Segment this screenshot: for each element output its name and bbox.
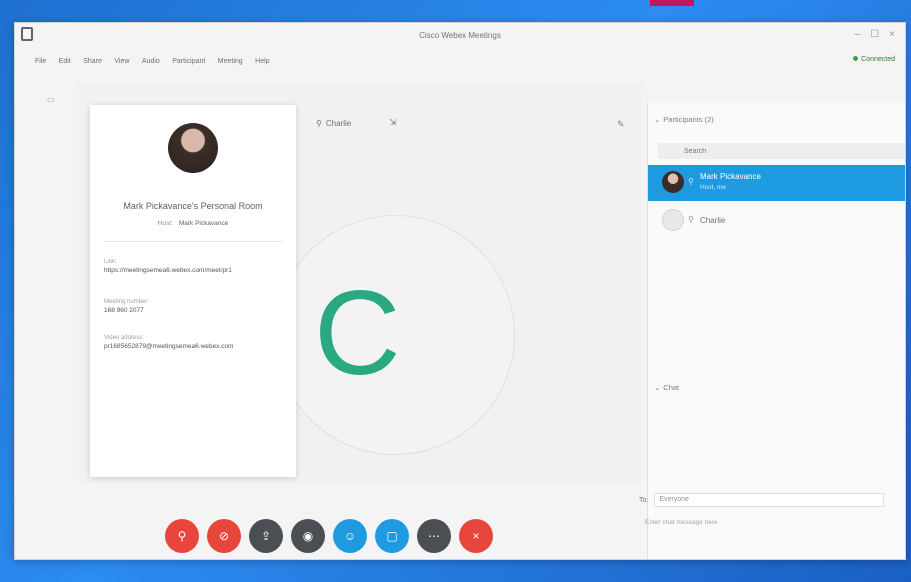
window-title: Cisco Webex Meetings	[419, 31, 501, 40]
video-address-field: Video address: pr1685652879@meetingsemea…	[104, 335, 284, 350]
chat-to-label: To:	[639, 496, 649, 504]
chat-recipient-select[interactable]: Everyone	[654, 493, 885, 507]
connection-status-label: Connected	[861, 56, 895, 63]
speaker-avatar-letter: C	[314, 266, 401, 400]
chat-header[interactable]: ⌄ Chat	[654, 383, 679, 392]
close-window-icon[interactable]: ×	[889, 29, 895, 40]
card-divider	[104, 241, 282, 242]
video-off-icon: ⊘	[218, 529, 230, 543]
share-icon: ⇪	[260, 529, 272, 543]
room-title: Mark Pickavance's Personal Room	[123, 201, 263, 211]
connection-status[interactable]: Connected	[853, 56, 895, 63]
chevron-down-icon: ⌄	[654, 383, 661, 392]
meeting-number-field: Meeting number: 168 960 2077	[104, 299, 284, 314]
collapse-panel-icon[interactable]: ▭	[47, 95, 61, 109]
right-panel: ⌄Participants (2) ⌃ ⚲ ⚲ Mark Pickavance …	[647, 103, 905, 559]
window-controls: – ☐ ×	[855, 29, 895, 40]
host-avatar	[168, 123, 218, 173]
mute-button[interactable]: ⚲	[165, 519, 199, 553]
participant-avatar	[662, 209, 684, 231]
close-icon: ×	[472, 529, 480, 543]
app-window: Cisco Webex Meetings – ☐ × File Edit Sha…	[14, 22, 906, 560]
link-value[interactable]: https://meetingsemea6.webex.com/meet/pr1	[104, 267, 284, 274]
participant-row-mark[interactable]: ⚲ Mark Pickavance Host, me ▾	[648, 165, 905, 201]
menu-audio[interactable]: Audio	[142, 51, 160, 73]
link-label: Link:	[104, 259, 117, 265]
chat-header-label: Chat	[663, 383, 680, 392]
chat-input[interactable]: Enter chat message here	[645, 519, 885, 531]
participant-name: Mark Pickavance	[700, 172, 761, 181]
chevron-down-icon: ⌄	[654, 115, 661, 124]
menu-share[interactable]: Share	[83, 51, 102, 73]
participants-icon: ☺	[343, 529, 357, 543]
layout-icon[interactable]: ⇲	[389, 117, 401, 129]
share-button[interactable]: ⇪	[249, 519, 283, 553]
menu-edit[interactable]: Edit	[59, 51, 71, 73]
menu-view[interactable]: View	[114, 51, 129, 73]
participant-role: Host, me	[700, 184, 727, 191]
meeting-number-value: 168 960 2077	[104, 307, 144, 314]
participants-button[interactable]: ☺	[333, 519, 367, 553]
meeting-info-card: Mark Pickavance's Personal Room Host: Mar…	[90, 105, 296, 477]
meeting-controls: ⚲ ⊘ ⇪ ◉ ☺ ▢ ⋯ ×	[165, 519, 493, 553]
participant-avatar	[662, 171, 684, 193]
chat-button[interactable]: ▢	[375, 519, 409, 553]
menu-bar: File Edit Share View Audio Participant M…	[15, 50, 905, 72]
participants-header[interactable]: ⌄ Participants (2)	[654, 115, 714, 124]
record-icon: ◉	[302, 529, 314, 543]
link-field: Link: https://meetingsemea6.webex.com/me…	[104, 259, 284, 274]
record-button[interactable]: ◉	[291, 519, 325, 553]
more-button[interactable]: ⋯	[417, 519, 451, 553]
menu-file[interactable]: File	[35, 51, 46, 73]
chat-recipient: To: Everyone	[639, 493, 885, 507]
pin-icon[interactable]: ✎	[617, 119, 625, 130]
participant-name: Charlie	[700, 216, 726, 225]
connected-dot-icon	[853, 56, 859, 61]
menu-meeting[interactable]: Meeting	[218, 51, 243, 73]
chat-icon: ▢	[386, 529, 398, 543]
end-meeting-button[interactable]: ×	[459, 519, 493, 553]
stop-video-button[interactable]: ⊘	[207, 519, 241, 553]
browser-tab-accent	[650, 0, 694, 6]
mic-icon: ⚲	[688, 215, 694, 224]
more-icon: ⋯	[428, 529, 440, 543]
mic-icon: ⚲	[688, 177, 694, 186]
host-line: Host: Mark Pickavance	[90, 220, 296, 227]
host-name: Mark Pickavance	[178, 220, 229, 227]
video-address-value[interactable]: pr1685652879@meetingsemea6.webex.com	[104, 343, 284, 350]
meeting-number-label: Meeting number:	[104, 299, 150, 305]
participant-row-charlie[interactable]: ⚲ Charlie	[648, 203, 905, 239]
video-address-label: Video address:	[104, 335, 144, 341]
minimize-icon[interactable]: –	[855, 29, 861, 40]
active-speaker-name: Charlie	[325, 119, 352, 128]
maximize-icon[interactable]: ☐	[870, 29, 879, 40]
active-speaker-label: ⚲ Charlie	[316, 119, 351, 128]
participant-search-input[interactable]	[658, 143, 905, 159]
mic-off-icon: ⚲	[177, 529, 187, 543]
participants-header-label: Participants (2)	[663, 115, 714, 124]
host-label: Host:	[157, 220, 173, 227]
title-bar: Cisco Webex Meetings – ☐ ×	[15, 23, 905, 49]
menu-help[interactable]: Help	[255, 51, 269, 73]
mic-icon: ⚲	[316, 119, 322, 128]
menu-participant[interactable]: Participant	[172, 51, 205, 73]
